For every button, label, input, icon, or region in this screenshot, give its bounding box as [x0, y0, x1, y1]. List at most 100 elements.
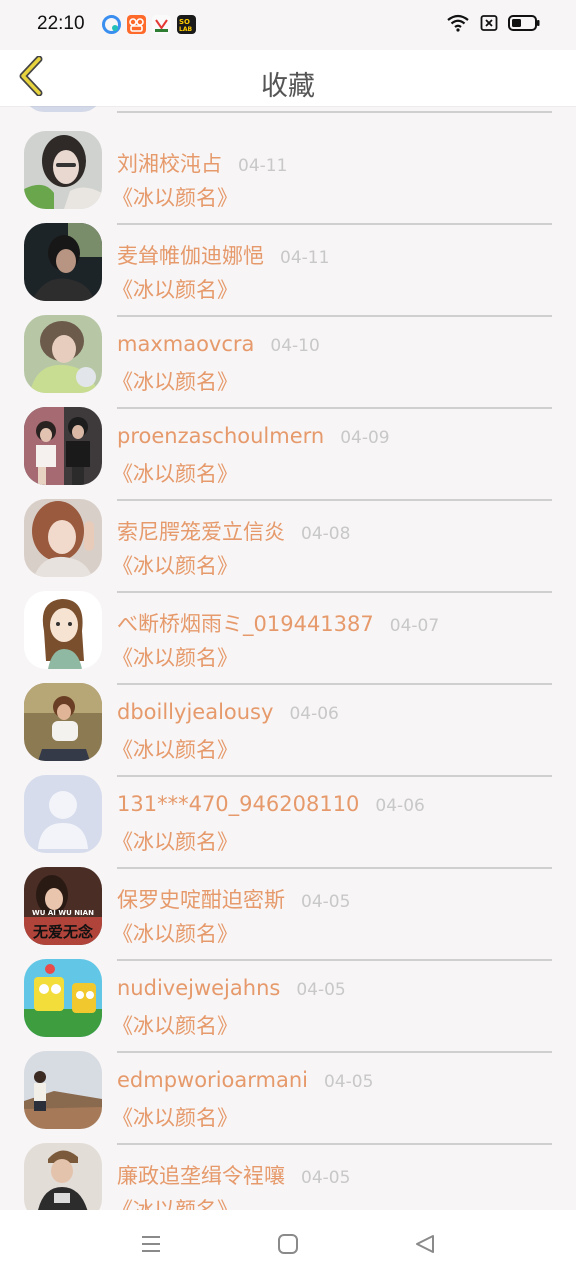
page-title: 收藏: [261, 71, 315, 102]
list-item[interactable]: 131***470_946208110 04-06 《冰以颜名》: [0, 770, 576, 869]
book-title[interactable]: 《冰以颜名》: [112, 1010, 238, 1040]
book-title[interactable]: 《冰以颜名》: [112, 642, 238, 672]
list-item[interactable]: 廉政追垄缉令裎嚷 04-05 《冰以颜名》: [0, 1138, 576, 1210]
name-line: 廉政追垄缉令裎嚷 04-05: [117, 1160, 350, 1190]
username[interactable]: nudivejwejahns: [117, 976, 280, 1000]
name-line: dboillyjealousy 04-06: [117, 700, 339, 724]
avatar: [24, 131, 102, 209]
name-line: べ断桥烟雨ミ_019441387 04-07: [117, 608, 439, 638]
divider: [117, 111, 552, 113]
name-line: 保罗史啶酣迫密斯 04-05: [117, 884, 350, 914]
date: 04-06: [289, 704, 339, 724]
list-item[interactable]: dboillyjealousy 04-06 《冰以颜名》: [0, 678, 576, 777]
avatar: [24, 499, 102, 577]
favorites-list: 刘湘校沌占 04-11 《冰以颜名》 麦耸帷伽迪娜悒 04-11 《冰以颜名》: [0, 106, 576, 1210]
date: 04-08: [301, 524, 351, 544]
username[interactable]: proenzaschoulmern: [117, 424, 324, 448]
battery-icon: [508, 14, 540, 36]
avatar: [24, 315, 102, 393]
date: 04-09: [340, 428, 390, 448]
date: 04-05: [323, 1072, 374, 1092]
name-line: edmpworioarmani 04-05: [117, 1068, 373, 1092]
status-time: 22:10: [37, 13, 85, 34]
notification-icons: SO LAB: [102, 15, 196, 34]
navigation-bar: [0, 1210, 576, 1280]
avatar: [24, 223, 102, 301]
avatar: [24, 1143, 102, 1210]
no-sim-icon: [480, 14, 498, 36]
name-line: nudivejwejahns 04-05: [117, 976, 346, 1000]
name-line: 131***470_946208110 04-06: [117, 792, 425, 816]
book-title[interactable]: 《冰以颜名》: [112, 550, 238, 580]
system-icons: [446, 14, 540, 36]
list-item[interactable]: 刘湘校沌占 04-11 《冰以颜名》: [0, 126, 576, 225]
list-item[interactable]: proenzaschoulmern 04-09 《冰以颜名》: [0, 402, 576, 501]
recent-apps-button[interactable]: [137, 1232, 165, 1260]
username[interactable]: べ断桥烟雨ミ_019441387: [117, 608, 374, 638]
avatar: WU AI WU NIAN 无爱无念: [24, 867, 102, 945]
username[interactable]: 索尼腭笼爱立信炎: [117, 516, 285, 546]
book-title[interactable]: 《冰以颜名》: [112, 274, 238, 304]
screen: 22:10 SO LAB 收藏 刘湘校沌占 04-11 《冰以颜名》 麦耸帷伽迪…: [0, 0, 576, 1280]
list-item-partial[interactable]: [0, 106, 576, 113]
list-item[interactable]: 麦耸帷伽迪娜悒 04-11 《冰以颜名》: [0, 218, 576, 317]
list-item[interactable]: べ断桥烟雨ミ_019441387 04-07 《冰以颜名》: [0, 586, 576, 685]
book-title[interactable]: 《冰以颜名》: [112, 1102, 238, 1132]
username[interactable]: dboillyjealousy: [117, 700, 273, 724]
svg-text:SO: SO: [179, 18, 190, 26]
taobao-app-icon: [152, 15, 171, 34]
header: 收藏: [0, 50, 576, 106]
username[interactable]: maxmaovcra: [117, 332, 254, 356]
back-nav-button[interactable]: [411, 1232, 439, 1260]
date: 04-05: [301, 1168, 351, 1188]
date: 04-10: [270, 336, 320, 356]
list-item[interactable]: edmpworioarmani 04-05 《冰以颜名》: [0, 1046, 576, 1145]
date: 04-11: [238, 156, 288, 176]
avatar: [24, 407, 102, 485]
book-title[interactable]: 《冰以颜名》: [112, 1194, 238, 1210]
list-item[interactable]: nudivejwejahns 04-05 《冰以颜名》: [0, 954, 576, 1053]
avatar: [24, 683, 102, 761]
name-line: maxmaovcra 04-10: [117, 332, 320, 356]
avatar-caption-top: WU AI WU NIAN: [32, 909, 94, 917]
menu-icon: [139, 1232, 163, 1260]
avatar: [24, 959, 102, 1037]
browser-app-icon: [102, 15, 121, 34]
avatar: [24, 1051, 102, 1129]
date: 04-07: [389, 616, 440, 636]
list-item[interactable]: maxmaovcra 04-10 《冰以颜名》: [0, 310, 576, 409]
home-button[interactable]: [274, 1232, 302, 1260]
date: 04-11: [280, 248, 330, 268]
username[interactable]: 刘湘校沌占: [117, 148, 222, 178]
date: 04-05: [296, 980, 346, 1000]
date: 04-05: [301, 892, 351, 912]
username[interactable]: 131***470_946208110: [117, 792, 359, 816]
username[interactable]: edmpworioarmani: [117, 1068, 308, 1092]
book-title[interactable]: 《冰以颜名》: [112, 734, 238, 764]
username[interactable]: 麦耸帷伽迪娜悒: [117, 240, 264, 270]
soul-app-icon: SO LAB: [177, 15, 196, 34]
name-line: 麦耸帷伽迪娜悒 04-11: [117, 240, 329, 270]
book-title[interactable]: 《冰以颜名》: [112, 366, 238, 396]
list-item[interactable]: 索尼腭笼爱立信炎 04-08 《冰以颜名》: [0, 494, 576, 593]
book-title[interactable]: 《冰以颜名》: [112, 826, 238, 856]
avatar-caption: 无爱无念: [32, 923, 93, 941]
home-icon: [276, 1232, 300, 1260]
avatar: [24, 591, 102, 669]
avatar: [24, 106, 102, 112]
name-line: 刘湘校沌占 04-11: [117, 148, 287, 178]
svg-text:LAB: LAB: [179, 26, 192, 33]
name-line: proenzaschoulmern 04-09: [117, 424, 390, 448]
book-title[interactable]: 《冰以颜名》: [112, 458, 238, 488]
avatar: [24, 775, 102, 853]
wifi-icon: [446, 14, 470, 36]
date: 04-06: [375, 796, 425, 816]
name-line: 索尼腭笼爱立信炎 04-08: [117, 516, 350, 546]
book-title[interactable]: 《冰以颜名》: [112, 182, 238, 212]
kuaishou-app-icon: [127, 15, 146, 34]
book-title[interactable]: 《冰以颜名》: [112, 918, 238, 948]
username[interactable]: 保罗史啶酣迫密斯: [117, 884, 285, 914]
username[interactable]: 廉政追垄缉令裎嚷: [117, 1160, 285, 1190]
list-item[interactable]: WU AI WU NIAN 无爱无念 保罗史啶酣迫密斯 04-05 《冰以颜名》: [0, 862, 576, 961]
status-bar: 22:10 SO LAB: [0, 0, 576, 50]
